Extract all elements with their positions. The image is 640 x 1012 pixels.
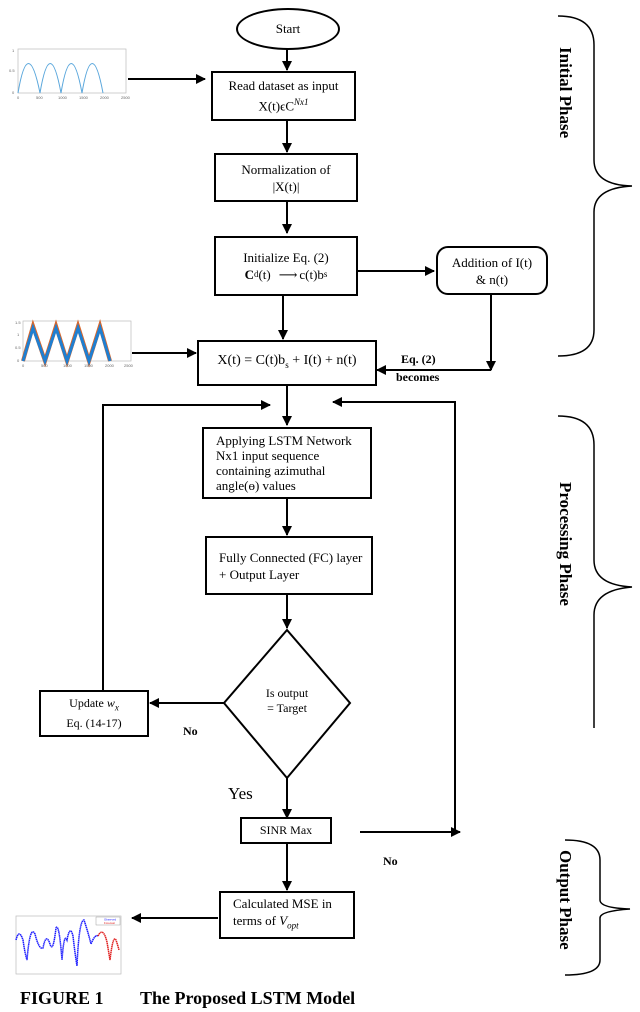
forecast-output-plot: Observed Forecast [15, 915, 122, 975]
noisy-xtick-3: 1000 [63, 363, 73, 368]
read-dataset-line1: Read dataset as input [228, 78, 339, 94]
figure-title: The Proposed LSTM Model [140, 988, 356, 1008]
noisy-xtick-5: 2000 [105, 363, 115, 368]
noisy-xtick-6: 2500 [124, 363, 134, 368]
read-dataset-line2: X(t)ϵCNx1 [258, 97, 309, 114]
lstm-line2: Nx1 input sequence [216, 448, 320, 463]
noisy-ytick-1: 1.5 [15, 320, 21, 325]
input-ytick-2: 0.5 [9, 68, 15, 73]
no-right-label: No [383, 854, 398, 868]
noisy-ytick-3: 0.5 [15, 345, 21, 350]
decision-label: Is output = Target [265, 686, 309, 715]
noisy-ytick-4: 0 [17, 358, 20, 363]
sinr-max-node: SINR Max [240, 817, 332, 844]
update-line1: Update wx [69, 696, 119, 713]
no-left-label: No [183, 724, 198, 738]
yes-label: Yes [228, 784, 253, 803]
noisy-xtick-1: 0 [22, 363, 25, 368]
lstm-line3: containing azimuthal [216, 463, 326, 478]
start-node: Start [236, 8, 340, 50]
input-xtick-4: 1500 [79, 95, 89, 100]
output-phase-label: Output Phase [556, 850, 575, 950]
input-xtick-3: 1000 [58, 95, 68, 100]
sinr-label: SINR Max [259, 823, 313, 837]
update-node: Update wx Eq. (14-17) [39, 690, 149, 737]
start-label: Start [275, 21, 301, 36]
addition-node: Addition of I(t) & n(t) [436, 246, 548, 295]
addition-line1: Addition of I(t) [451, 254, 533, 270]
lstm-line1: Applying LSTM Network [216, 433, 352, 448]
figure-number: FIGURE 1 [20, 988, 104, 1008]
fc-layer-node: Fully Connected (FC) layer + Output Laye… [205, 536, 373, 595]
signal-equation: X(t) = C(t)bs + I(t) + n(t) [217, 353, 357, 370]
inline-arrow-icon: ⟶ [278, 267, 298, 282]
signal-equation-node: X(t) = C(t)bs + I(t) + n(t) [197, 340, 377, 386]
noisy-signal-plot: 1.5 1 0.5 0 0 500 1000 1500 2000 2500 [15, 319, 134, 368]
input-xtick-1: 0 [17, 95, 20, 100]
noisy-ytick-2: 1 [17, 332, 20, 337]
mse-node: Calculated MSE in terms of Vopt [219, 891, 355, 939]
initialize-line2: Cd (t) ⟶ c(t)b s [244, 267, 328, 282]
input-xtick-5: 2000 [100, 95, 110, 100]
mse-line2: terms of Vopt [233, 913, 299, 931]
initial-phase-label: Initial Phase [556, 47, 575, 139]
noisy-xtick-2: 500 [41, 363, 48, 368]
normalization-line1: Normalization of [241, 161, 331, 177]
becomes-label: becomes [396, 370, 440, 384]
input-xtick-6: 2500 [121, 95, 131, 100]
fc-line2: + Output Layer [219, 566, 300, 582]
normalization-line2: |X(t)| [272, 178, 300, 194]
eq2-label: Eq. (2) [401, 352, 436, 366]
initialize-node: Initialize Eq. (2) Cd (t) ⟶ c(t)b s [214, 236, 358, 296]
legend-forecast: Forecast [104, 921, 115, 925]
connectors [102, 15, 633, 976]
read-dataset-node: Read dataset as input X(t)ϵCNx1 [211, 71, 356, 121]
update-line2: Eq. (14-17) [66, 715, 122, 730]
initialize-line1: Initialize Eq. (2) [243, 250, 329, 265]
lstm-node: Applying LSTM Network Nx1 input sequence… [202, 427, 372, 499]
processing-phase-label: Processing Phase [556, 482, 575, 606]
fc-line1: Fully Connected (FC) layer [219, 549, 363, 565]
lstm-line4: angle(ɵ) values [216, 478, 296, 493]
normalization-node: Normalization of |X(t)| [214, 153, 358, 202]
input-xtick-2: 500 [36, 95, 43, 100]
mse-line1: Calculated MSE in [233, 896, 332, 912]
input-ytick-1: 1 [12, 48, 15, 53]
input-signal-plot: 1 0.5 0 0 500 1000 1500 2000 2500 [9, 48, 131, 100]
addition-line2: & n(t) [475, 271, 509, 287]
input-ytick-3: 0 [12, 90, 15, 95]
noisy-xtick-4: 1500 [84, 363, 94, 368]
